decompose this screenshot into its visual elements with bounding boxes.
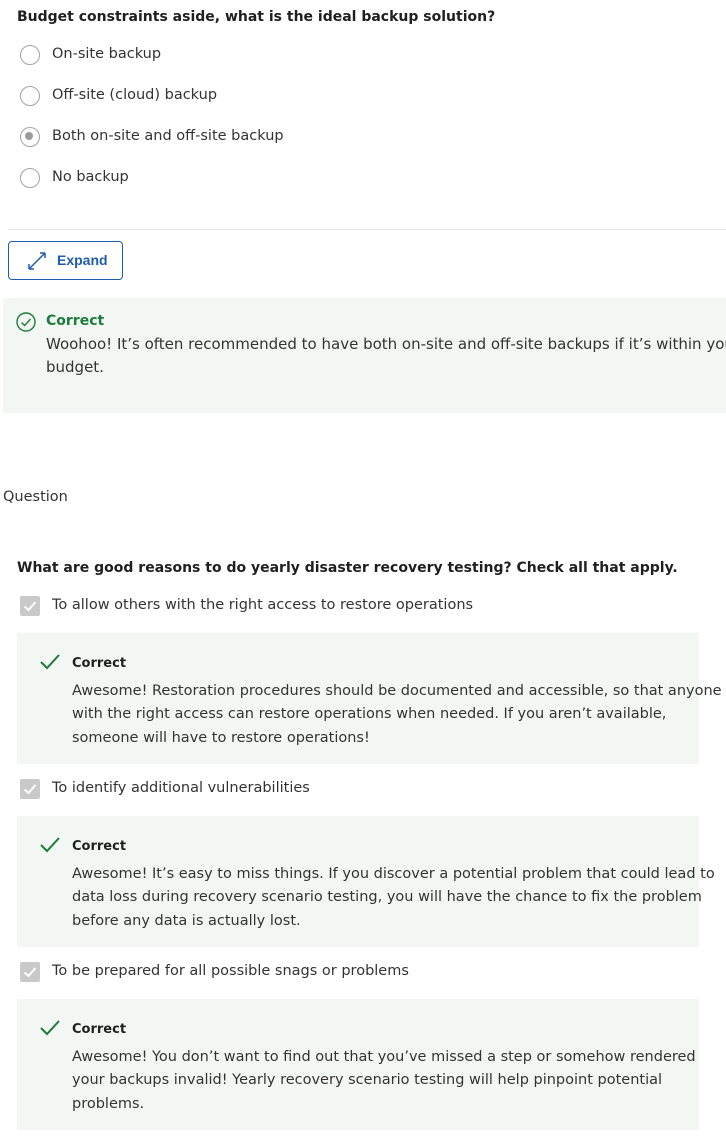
checkbox-checked[interactable]: [20, 962, 40, 982]
check-circle-icon: [16, 312, 36, 332]
radio-option-label: No backup: [52, 169, 129, 185]
feedback-title: Correct: [46, 313, 105, 329]
feedback-line: data loss during recovery scenario testi…: [72, 889, 702, 905]
feedback-line: Awesome! You don’t want to find out that…: [72, 1049, 696, 1065]
item-2-feedback: Correct Awesome! It’s easy to miss thing…: [17, 816, 715, 947]
checkbox-check-icon: [23, 967, 37, 978]
radio-option-none[interactable]: No backup: [20, 167, 320, 189]
checkbox-option-prepared[interactable]: To be prepared for all possible snags or…: [20, 961, 480, 983]
question-1-title: Budget constraints aside, what is the id…: [17, 9, 496, 25]
feedback-line: with the right access can restore operat…: [72, 706, 667, 722]
check-icon: [39, 836, 61, 854]
radio-button[interactable]: [20, 168, 40, 188]
feedback-line: problems.: [72, 1096, 145, 1112]
feedback-text-line-2: budget.: [46, 358, 104, 376]
item-1-feedback: Correct Awesome! Restoration procedures …: [17, 633, 722, 764]
feedback-line: Awesome! It’s easy to miss things. If yo…: [72, 866, 715, 882]
radio-option-both[interactable]: Both on-site and off-site backup: [20, 126, 320, 148]
radio-button-selected[interactable]: [20, 127, 40, 147]
feedback-title: Correct: [72, 839, 127, 854]
item-3-feedback: Correct Awesome! You don’t want to find …: [17, 999, 699, 1130]
radio-button[interactable]: [20, 86, 40, 106]
checkbox-option-restore[interactable]: To allow others with the right access to…: [20, 595, 480, 617]
feedback-line: someone will have to restore operations!: [72, 730, 370, 746]
radio-option-label: On-site backup: [52, 46, 162, 62]
checkbox-option-label: To allow others with the right access to…: [52, 597, 474, 613]
feedback-line: Awesome! Restoration procedures should b…: [72, 683, 722, 699]
radio-button[interactable]: [20, 45, 40, 65]
checkbox-checked[interactable]: [20, 596, 40, 616]
question-section-label: Question: [3, 489, 68, 505]
feedback-title: Correct: [72, 1022, 127, 1037]
checkbox-checked[interactable]: [20, 779, 40, 799]
radio-option-label: Off-site (cloud) backup: [52, 87, 218, 103]
checkbox-check-icon: [23, 784, 37, 795]
check-icon: [39, 1019, 61, 1037]
expand-arrows-icon: [26, 251, 48, 271]
question-2-title: What are good reasons to do yearly disas…: [17, 560, 678, 576]
checkbox-option-vulnerabilities[interactable]: To identify additional vulnerabilities: [20, 778, 480, 800]
feedback-title: Correct: [72, 656, 127, 671]
radio-option-label: Both on-site and off-site backup: [52, 128, 284, 144]
checkbox-option-label: To identify additional vulnerabilities: [52, 780, 310, 796]
checkbox-option-label: To be prepared for all possible snags or…: [52, 963, 409, 979]
checkbox-check-icon: [23, 601, 37, 612]
radio-option-onsite[interactable]: On-site backup: [20, 44, 320, 66]
check-icon: [39, 653, 61, 671]
expand-button[interactable]: Expand: [8, 241, 123, 280]
expand-button-label: Expand: [57, 252, 108, 268]
feedback-line: your backups invalid! Yearly recovery sc…: [72, 1072, 663, 1088]
feedback-line: before any data is actually lost.: [72, 913, 301, 929]
question-1-feedback: Correct Woohoo! It’s often recommended t…: [3, 298, 726, 413]
radio-option-offsite[interactable]: Off-site (cloud) backup: [20, 85, 320, 107]
feedback-text-line-1: Woohoo! It’s often recommended to have b…: [46, 335, 726, 353]
divider: [8, 229, 726, 230]
